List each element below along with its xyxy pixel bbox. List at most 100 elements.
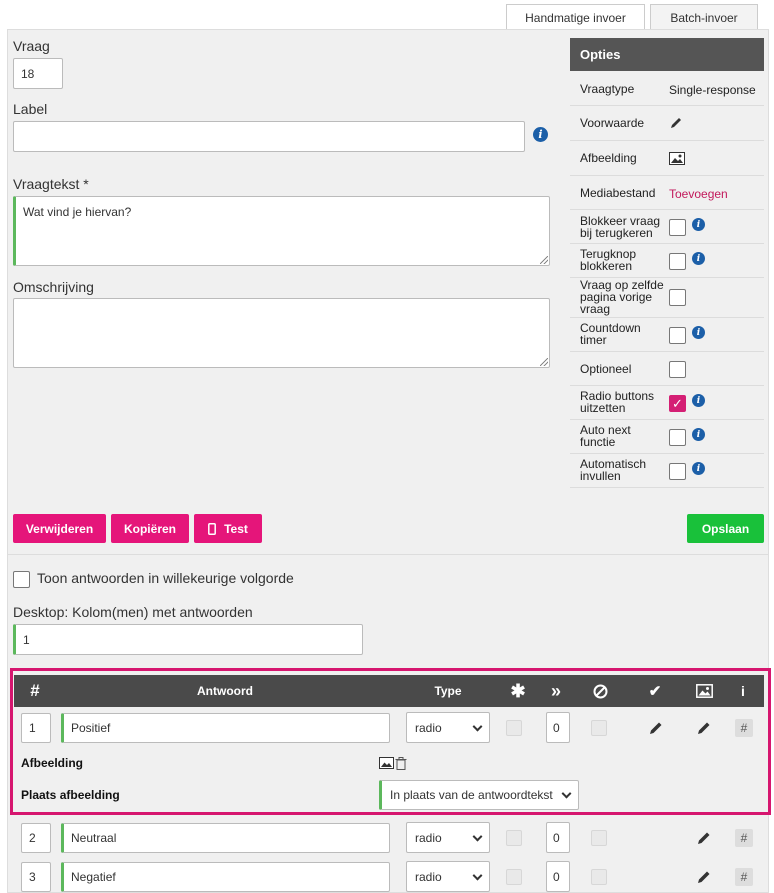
option-terugknop: Terugknop blokkeren i [570,244,764,278]
double-chevron-icon: » [550,680,561,701]
pencil-icon[interactable] [696,830,712,846]
info-icon[interactable]: i [692,218,705,231]
resize-handle[interactable] [540,358,548,366]
exclusive-checkbox[interactable] [591,720,607,736]
info-icon[interactable]: i [692,326,705,339]
option-key: Radio buttons uitzetten [580,389,655,415]
terugknop-checkbox[interactable] [669,253,686,270]
skip-input[interactable]: 0 [546,712,570,743]
answer-type-select[interactable]: radio [406,822,490,853]
copy-button[interactable]: Kopiëren [111,514,189,543]
image-place-select[interactable]: In plaats van de antwoordtekst [379,780,579,810]
info-icon[interactable]: i [692,462,705,475]
vraag-number-input[interactable]: 18 [13,58,63,89]
options-title: Opties [570,38,764,71]
option-mediabestand: Mediabestand Toevoegen [570,176,764,210]
random-order-label: Toon antwoorden in willekeurige volgorde [37,570,294,586]
save-button[interactable]: Opslaan [687,514,764,543]
answer-text-input[interactable]: Negatief [61,862,390,892]
pencil-icon[interactable] [648,720,664,736]
option-key: Terugknop blokkeren [580,247,637,273]
num-header: # [30,681,40,700]
option-optioneel: Optioneel [570,352,764,386]
pencil-icon[interactable] [696,869,712,885]
columns-input[interactable]: 1 [13,624,363,655]
option-radio-buttons: Radio buttons uitzetten ✓ i [570,386,764,420]
optioneel-checkbox[interactable] [669,361,686,378]
label-label: Label [13,101,48,117]
option-automatisch-invullen: Automatisch invullen i [570,454,764,488]
image-icon[interactable] [669,152,685,165]
select-value: radio [415,830,442,845]
toevoegen-link[interactable]: Toevoegen [669,187,728,201]
omschrijving-textarea[interactable] [13,298,550,368]
hash-button[interactable]: # [735,868,753,886]
random-order-checkbox[interactable] [13,571,30,588]
options-panel: Opties Vraagtype Single-response Voorwaa… [570,38,764,488]
answer-text-input[interactable]: Neutraal [61,823,390,853]
pencil-icon[interactable] [669,116,683,130]
label-info-icon[interactable]: i [533,127,548,142]
exclusive-checkbox[interactable] [591,869,607,885]
chevron-down-icon [472,831,483,842]
answer-num-input[interactable]: 1 [21,713,51,743]
skip-input[interactable]: 0 [546,861,570,892]
info-icon[interactable]: i [692,394,705,407]
select-value: In plaats van de antwoordtekst [390,788,553,802]
blokkeer-vraag-checkbox[interactable] [669,219,686,236]
asterisk-icon: ✱ [510,680,526,701]
divider [8,554,768,555]
answer-type-select[interactable]: radio [406,861,490,892]
option-key: Automatisch invullen [580,457,647,483]
option-key: Countdown timer [580,321,641,347]
answer-type-select[interactable]: radio [406,712,490,743]
zelfde-pagina-checkbox[interactable] [669,289,686,306]
vraagtekst-label: Vraagtekst * [13,176,89,192]
test-button[interactable]: Test [194,514,262,543]
chevron-down-icon [472,870,483,881]
delete-button[interactable]: Verwijderen [13,514,106,543]
label-input[interactable] [13,121,525,152]
trash-icon[interactable] [395,757,407,770]
answer-num-input[interactable]: 2 [21,823,51,853]
hash-button[interactable]: # [735,719,753,737]
mobile-icon [208,522,217,535]
hash-button[interactable]: # [735,829,753,847]
countdown-checkbox[interactable] [669,327,686,344]
option-blokkeer-vraag: Blokkeer vraag bij terugkeren i [570,210,764,244]
option-value: Single-response [669,83,756,97]
option-afbeelding: Afbeelding [570,141,764,176]
answers-table-header: # Antwoord Type ✱ » ✔ i [14,675,764,707]
option-key: Vraag op zelfde pagina vorige vraag [580,278,664,316]
chevron-down-icon [561,788,572,799]
vraagtekst-textarea[interactable]: Wat vind je hiervan? [13,196,550,266]
pencil-icon[interactable] [696,720,712,736]
resize-handle[interactable] [540,256,548,264]
exclusive-checkbox[interactable] [591,830,607,846]
required-checkbox[interactable] [506,869,522,885]
option-key: Auto next functie [580,423,631,449]
option-key: Voorwaarde [580,116,645,130]
info-icon[interactable]: i [692,428,705,441]
skip-input[interactable]: 0 [546,822,570,853]
tab-handmatige-invoer[interactable]: Handmatige invoer [506,4,645,30]
option-key: Mediabestand [580,186,656,200]
info-icon: i [741,683,745,699]
required-checkbox[interactable] [506,830,522,846]
option-zelfde-pagina: Vraag op zelfde pagina vorige vraag [570,278,764,318]
answer-text-input[interactable]: Positief [61,713,390,743]
image-upload-icon[interactable] [379,757,394,769]
auto-next-checkbox[interactable] [669,429,686,446]
required-checkbox[interactable] [506,720,522,736]
automatisch-invullen-checkbox[interactable] [669,463,686,480]
radio-buttons-checkbox[interactable]: ✓ [669,395,686,412]
info-icon[interactable]: i [692,252,705,265]
answer-num-input[interactable]: 3 [21,862,51,892]
tab-batch-invoer[interactable]: Batch-invoer [650,4,758,30]
select-value: radio [415,720,442,735]
option-countdown: Countdown timer i [570,318,764,352]
image-place-label: Plaats afbeelding [21,788,120,802]
columns-label: Desktop: Kolom(men) met antwoorden [13,604,253,620]
option-voorwaarde: Voorwaarde [570,106,764,141]
vraagtekst-value: Wat vind je hiervan? [23,205,132,219]
